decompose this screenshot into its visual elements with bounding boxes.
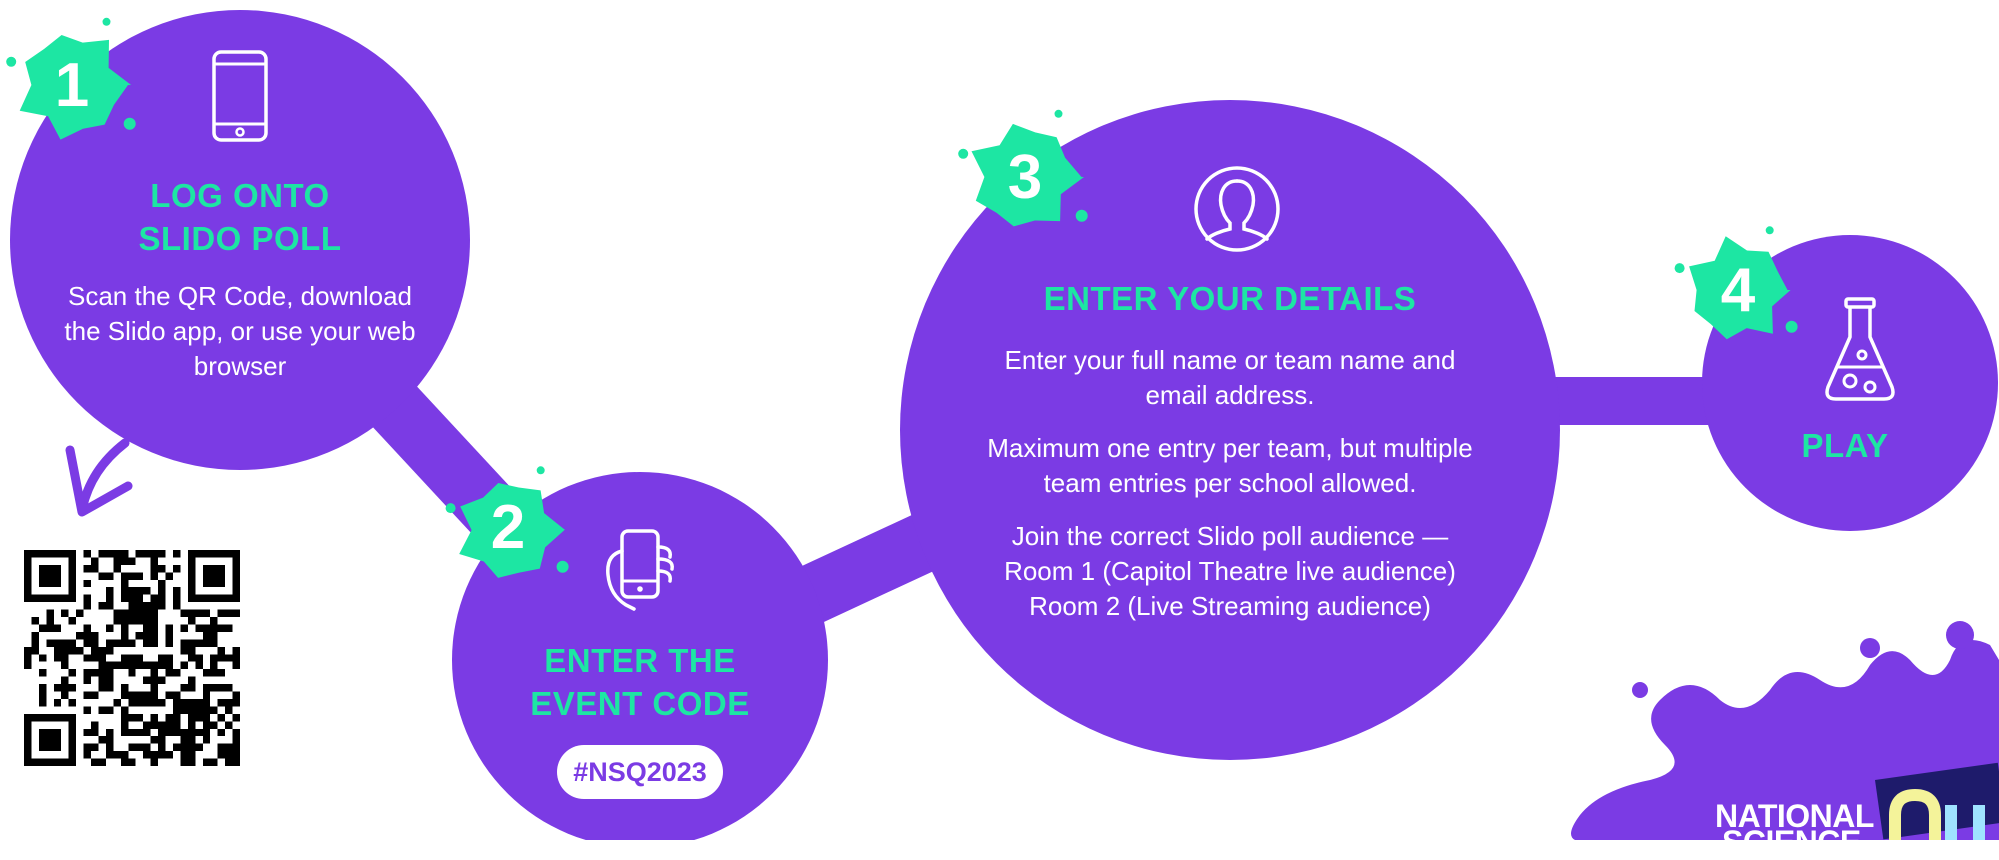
flask-icon xyxy=(1825,297,1895,401)
step3-para1: Enter your full name or team name and em… xyxy=(1004,344,1456,410)
step3-para2: Maximum one entry per team, but multiple… xyxy=(987,433,1473,499)
step3-number: 3 xyxy=(1007,143,1043,212)
step4-title: PLAY xyxy=(1801,427,1889,464)
step3-title: ENTER YOUR DETAILS xyxy=(1043,280,1417,317)
brand-line2: SCIENCE xyxy=(1722,824,1861,860)
event-code-badge: #NSQ2023 xyxy=(557,745,723,799)
step1-title-line1: LOG ONTO xyxy=(150,177,330,214)
user-profile-icon xyxy=(1194,166,1280,252)
smartphone-icon xyxy=(212,50,268,142)
step1-number: 1 xyxy=(54,51,90,120)
hand-holding-phone-icon xyxy=(606,529,674,611)
step4-number: 4 xyxy=(1720,256,1756,325)
step1-title-line2: SLIDO POLL xyxy=(138,219,342,257)
qr-code[interactable] xyxy=(24,550,240,766)
step3-para3-line1: Join the correct Slido poll audience — xyxy=(1011,521,1449,552)
step1-body: Scan the QR Code, download the Slido app… xyxy=(64,280,416,381)
step3-para3-line2: Room 1 (Capitol Theatre live audience) xyxy=(1004,556,1456,587)
step2-title-line2: EVENT CODE xyxy=(530,684,750,722)
step2-number: 2 xyxy=(490,493,526,562)
step3-para3-line3: Room 2 (Live Streaming audience) xyxy=(1029,591,1431,622)
step2-title-line1: ENTER THE xyxy=(544,642,736,679)
brand-quiz-logo xyxy=(1889,788,1985,840)
